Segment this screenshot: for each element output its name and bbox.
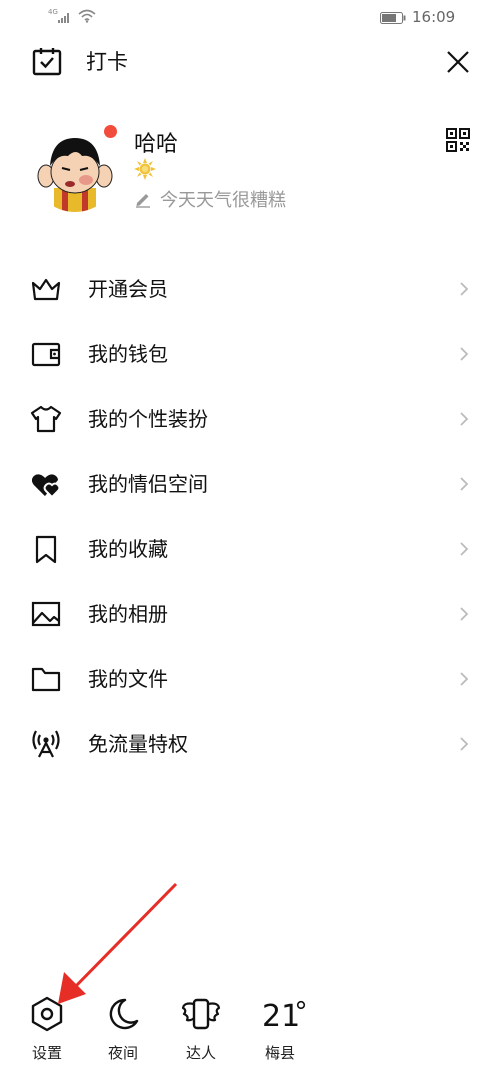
menu-item-couple-space[interactable]: 我的情侣空间 <box>0 456 500 512</box>
menu-item-wallet[interactable]: 我的钱包 <box>0 326 500 382</box>
menu-item-vip[interactable]: 开通会员 <box>0 261 500 317</box>
menu-item-free-data[interactable]: 免流量特权 <box>0 716 500 772</box>
menu-item-label: 我的收藏 <box>88 537 168 561</box>
night-mode-button[interactable]: 夜间 <box>93 996 153 1066</box>
signature-text: 今天天气很糟糕 <box>160 190 286 211</box>
menu-item-label: 我的钱包 <box>88 342 168 366</box>
crown-icon <box>31 278 61 301</box>
menu-item-album[interactable]: 我的相册 <box>0 586 500 642</box>
chevron-right-icon <box>460 477 469 491</box>
qr-code-icon[interactable] <box>446 128 470 152</box>
avatar[interactable] <box>32 126 118 212</box>
chevron-right-icon <box>460 607 469 621</box>
menu-item-label: 我的相册 <box>88 602 168 626</box>
notification-dot <box>104 125 117 138</box>
chevron-right-icon <box>460 347 469 361</box>
chevron-right-icon <box>460 672 469 686</box>
wings-icon <box>181 998 221 1030</box>
weather-temperature: 21 <box>262 999 301 1034</box>
folder-icon <box>31 667 61 692</box>
chevron-right-icon <box>460 282 469 296</box>
chevron-right-icon <box>460 542 469 556</box>
menu-item-label: 开通会员 <box>88 277 168 301</box>
chevron-right-icon <box>460 737 469 751</box>
hexagon-settings-icon <box>31 996 63 1032</box>
degree-icon <box>296 1000 306 1010</box>
menu-item-favorites[interactable]: 我的收藏 <box>0 521 500 577</box>
network-type: 4G <box>48 8 58 16</box>
menu-item-label: 我的情侣空间 <box>88 472 208 496</box>
pencil-icon <box>136 194 150 208</box>
expert-button[interactable]: 达人 <box>171 996 231 1066</box>
night-mode-label: 夜间 <box>107 1044 138 1062</box>
weather-city: 梅县 <box>264 1044 295 1062</box>
checkin-label: 打卡 <box>86 50 128 74</box>
image-icon <box>31 601 61 627</box>
menu-item-label: 免流量特权 <box>88 732 188 756</box>
menu-item-label: 我的文件 <box>88 667 168 691</box>
bookmark-icon <box>35 535 57 564</box>
moon-icon <box>109 998 139 1030</box>
status-bar: 4G 16:09 <box>0 0 500 36</box>
hearts-icon <box>32 474 61 499</box>
settings-label: 设置 <box>31 1044 62 1062</box>
menu-item-decoration[interactable]: 我的个性装扮 <box>0 391 500 447</box>
menu-item-files[interactable]: 我的文件 <box>0 651 500 707</box>
username[interactable]: 哈哈 <box>134 126 178 158</box>
expert-label: 达人 <box>185 1044 216 1062</box>
antenna-icon <box>32 730 60 758</box>
wifi-icon <box>78 9 96 23</box>
tshirt-icon <box>30 405 62 433</box>
signature-row[interactable]: 今天天气很糟糕 <box>134 186 286 212</box>
menu-item-label: 我的个性装扮 <box>88 407 208 431</box>
wallet-icon <box>31 342 61 367</box>
sun-badge-icon[interactable] <box>134 158 156 180</box>
signal-icon <box>58 13 69 23</box>
chevron-right-icon <box>460 412 469 426</box>
status-time: 16:09 <box>412 8 456 26</box>
calendar-check-icon <box>32 48 62 76</box>
settings-button[interactable]: 设置 <box>17 996 77 1066</box>
battery-icon <box>380 12 406 24</box>
checkin-button[interactable]: 打卡 <box>32 44 128 78</box>
close-icon[interactable] <box>444 48 472 76</box>
